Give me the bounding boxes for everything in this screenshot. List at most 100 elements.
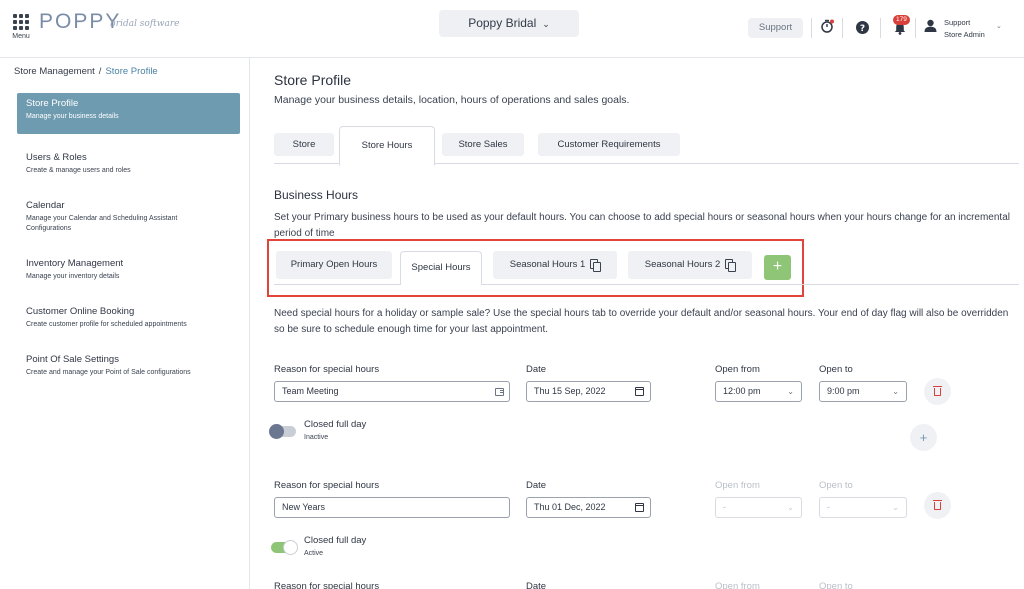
sidebar-nav: Store Profile Manage your business detai…	[17, 93, 240, 397]
sidebar-item-calendar[interactable]: Calendar Manage your Calendar and Schedu…	[17, 195, 217, 240]
open-to-select: - ⌄	[819, 497, 907, 518]
sidebar-item-title: Calendar	[26, 200, 65, 211]
sidebar-item-title: Store Profile	[26, 98, 79, 109]
trash-icon	[933, 386, 942, 396]
reason-value: New Years	[282, 502, 326, 512]
sidebar-item-pos-settings[interactable]: Point Of Sale Settings Create and manage…	[17, 349, 240, 384]
delete-row-button[interactable]	[924, 492, 951, 519]
breadcrumb-separator: /	[98, 66, 102, 77]
sidebar-item-title: Inventory Management	[26, 258, 124, 269]
chevron-down-icon: ⌄	[787, 503, 794, 512]
open-from-label: Open from	[715, 581, 760, 589]
calendar-icon[interactable]	[635, 503, 644, 512]
sidebar-item-subtitle: Manage your inventory details	[26, 273, 120, 280]
tab-special-hours[interactable]: Special Hours	[400, 251, 482, 285]
help-icon[interactable]: ?	[856, 21, 869, 34]
closed-full-day-toggle[interactable]	[269, 424, 296, 439]
copy-icon[interactable]	[590, 258, 602, 272]
special-hours-note: Need special hours for a holiday or samp…	[274, 308, 1009, 335]
open-from-label: Open from	[715, 364, 760, 375]
date-label: Date	[526, 480, 547, 491]
reason-label: Reason for special hours	[274, 364, 380, 375]
tab-store-hours[interactable]: Store Hours	[339, 126, 435, 166]
divider	[880, 18, 881, 38]
menu-button[interactable]: Menu	[11, 14, 31, 40]
chevron-down-icon: ⌄	[542, 19, 550, 29]
reason-input[interactable]: New Years	[274, 497, 510, 518]
divider	[842, 18, 843, 38]
date-label: Date	[526, 364, 547, 375]
chevron-down-icon: ⌄	[787, 387, 794, 396]
svg-text:?: ?	[860, 24, 865, 34]
tab-primary-open-hours[interactable]: Primary Open Hours	[276, 251, 392, 279]
date-value: Thu 01 Dec, 2022	[534, 502, 606, 512]
user-icon[interactable]	[924, 19, 937, 32]
toggle-knob	[269, 424, 284, 439]
breadcrumb: Store Management / Store Profile	[14, 66, 158, 77]
chevron-down-icon: ⌄	[892, 503, 899, 512]
date-input[interactable]: Thu 01 Dec, 2022	[526, 497, 651, 518]
menu-label: Menu	[12, 33, 30, 40]
copy-icon[interactable]	[725, 258, 737, 272]
divider	[915, 18, 916, 38]
sidebar-item-subtitle: Create and manage your Point of Sale con…	[26, 369, 191, 376]
sidebar-item-inventory[interactable]: Inventory Management Manage your invento…	[17, 253, 240, 288]
stopwatch-icon[interactable]	[820, 19, 834, 33]
logo-subtitle: bridal software	[110, 19, 180, 29]
sidebar: Store Management / Store Profile Store Pro…	[0, 58, 250, 589]
toggle-state: Inactive	[304, 434, 329, 441]
notification-badge: 179	[893, 15, 910, 25]
closed-full-day-label: Closed full day	[304, 535, 367, 546]
breadcrumb-current[interactable]: Store Profile	[105, 66, 157, 77]
open-to-label: Open to	[819, 480, 853, 491]
add-seasonal-hours-button[interactable]: +	[764, 255, 791, 280]
date-value: Thu 15 Sep, 2022	[534, 386, 606, 396]
page-subtitle: Manage your business details, location, …	[274, 94, 630, 106]
sidebar-item-online-booking[interactable]: Customer Online Booking Create customer …	[17, 301, 240, 336]
section-description: Set your Primary business hours to be us…	[274, 212, 1010, 239]
divider	[811, 18, 812, 38]
tab-customer-requirements[interactable]: Customer Requirements	[538, 133, 680, 156]
reason-label: Reason for special hours	[274, 581, 380, 589]
sidebar-item-users-roles[interactable]: Users & Roles Create & manage users and …	[17, 147, 240, 182]
section-title: Business Hours	[274, 188, 359, 202]
sidebar-item-subtitle: Create customer profile for scheduled ap…	[26, 321, 187, 328]
calendar-icon[interactable]	[635, 387, 644, 396]
date-input[interactable]: Thu 15 Sep, 2022	[526, 381, 651, 402]
sidebar-item-title: Users & Roles	[26, 152, 87, 163]
tab-label: Seasonal Hours 2	[644, 259, 721, 270]
user-role: Store Admin	[944, 30, 985, 39]
closed-full-day-toggle[interactable]	[271, 540, 298, 555]
grid-icon	[13, 14, 29, 30]
breadcrumb-root[interactable]: Store Management	[14, 66, 95, 77]
notes-icon	[495, 388, 504, 396]
sidebar-item-title: Customer Online Booking	[26, 306, 135, 317]
reason-label: Reason for special hours	[274, 480, 380, 491]
tab-store-sales[interactable]: Store Sales	[442, 133, 524, 156]
sidebar-item-subtitle: Create & manage users and roles	[26, 167, 131, 174]
sidebar-item-subtitle: Manage your business details	[26, 113, 119, 120]
chevron-down-icon[interactable]: ⌄	[996, 22, 1002, 30]
date-label: Date	[526, 581, 547, 589]
delete-row-button[interactable]	[924, 378, 951, 405]
tab-store[interactable]: Store	[274, 133, 334, 156]
chevron-down-icon: ⌄	[892, 387, 899, 396]
sidebar-item-store-profile[interactable]: Store Profile Manage your business detai…	[17, 93, 240, 134]
open-to-label: Open to	[819, 364, 853, 375]
open-to-select[interactable]: 9:00 pm ⌄	[819, 381, 907, 402]
trash-icon	[933, 500, 942, 510]
tab-seasonal-hours-2[interactable]: Seasonal Hours 2	[628, 251, 752, 279]
support-button[interactable]: Support	[748, 18, 803, 38]
user-name[interactable]: Support	[944, 18, 970, 27]
toggle-state: Active	[304, 550, 324, 557]
open-from-value: -	[723, 502, 726, 512]
tab-seasonal-hours-1[interactable]: Seasonal Hours 1	[493, 251, 617, 279]
store-selector[interactable]: Poppy Bridal ⌄	[439, 10, 579, 37]
reason-input[interactable]: Team Meeting	[274, 381, 510, 402]
open-from-select: - ⌄	[715, 497, 802, 518]
open-from-select[interactable]: 12:00 pm ⌄	[715, 381, 802, 402]
toggle-knob	[283, 540, 298, 555]
open-to-value: -	[827, 502, 830, 512]
open-to-value: 9:00 pm	[827, 386, 860, 396]
add-row-button[interactable]: +	[910, 424, 937, 451]
